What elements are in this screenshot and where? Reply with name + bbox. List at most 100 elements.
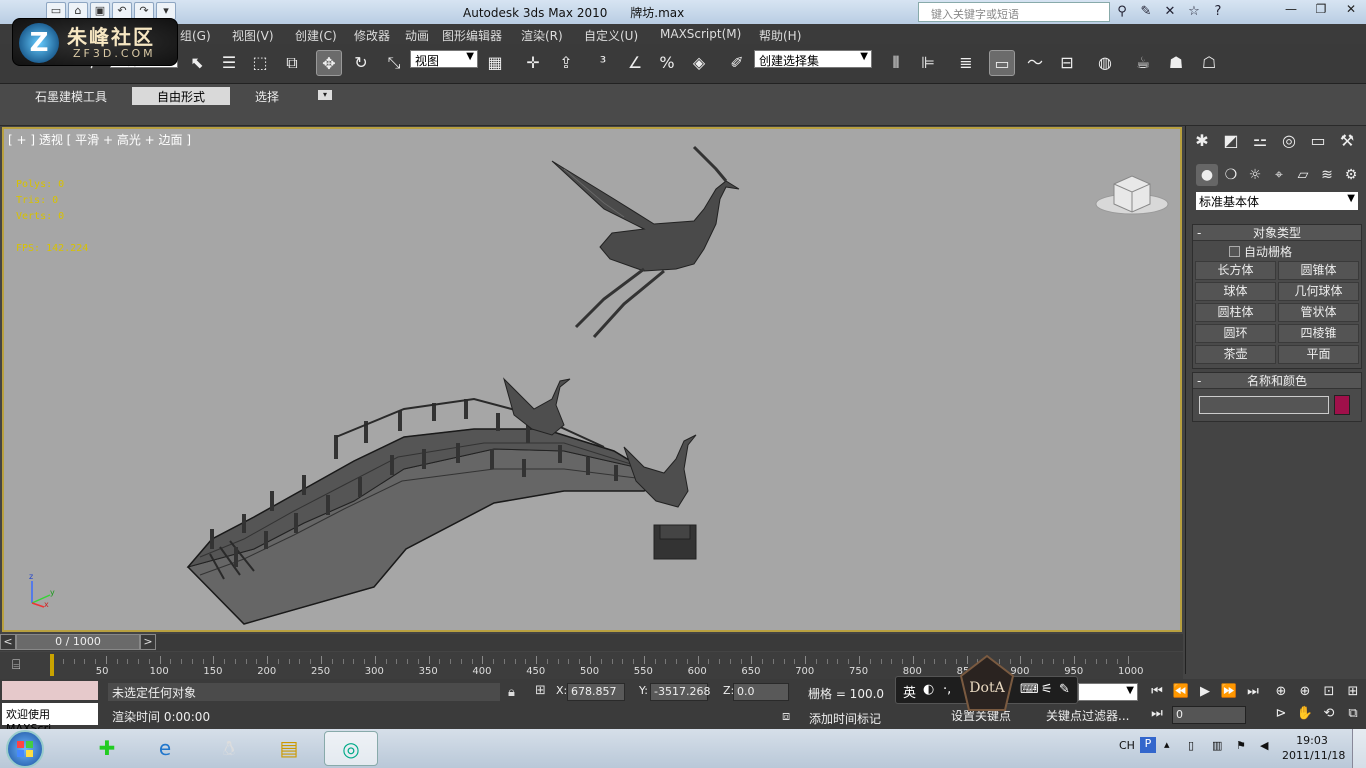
next-frame-button[interactable]: >	[140, 634, 156, 650]
lock-selection-icon[interactable]: 🔒︎	[508, 685, 515, 700]
curve-editor-icon[interactable]: 〜	[1022, 50, 1048, 76]
maxscript-listener[interactable]	[2, 681, 98, 700]
material-editor-icon[interactable]: ◍	[1092, 50, 1118, 76]
show-desktop-button[interactable]	[1352, 729, 1366, 768]
align-icon[interactable]: ⊫	[915, 50, 941, 76]
rendered-frame-icon[interactable]: ☗	[1163, 50, 1189, 76]
taskbar-ie-icon[interactable]: e	[138, 731, 192, 766]
plane-button[interactable]: 平面	[1278, 345, 1359, 364]
snaps-toggle-icon[interactable]: ³	[590, 50, 616, 76]
crane-statue-left[interactable]	[503, 377, 571, 436]
schematic-view-icon[interactable]: ⊟	[1054, 50, 1080, 76]
scale-icon[interactable]: ⤡	[381, 50, 407, 76]
curve-editor-mini-icon[interactable]: ⌸	[12, 657, 20, 673]
box-button[interactable]: 长方体	[1195, 261, 1276, 280]
absolute-mode-icon[interactable]: ⊞	[535, 683, 546, 698]
help-icon[interactable]: ?	[1208, 2, 1228, 22]
comm-center-icon[interactable]: ✕	[1160, 2, 1180, 22]
fov-icon[interactable]: ⊳	[1270, 704, 1292, 724]
add-time-tag[interactable]: 添加时间标记	[809, 710, 881, 727]
select-object-icon[interactable]: ⬉	[184, 50, 210, 76]
menu-modifiers[interactable]: 修改器	[354, 27, 390, 44]
zoom-all-icon[interactable]: ⊕	[1294, 682, 1316, 702]
object-category-dropdown[interactable]: 标准基本体 ▼	[1196, 192, 1358, 210]
z-coordinate-field[interactable]: 0.0	[733, 683, 789, 701]
play-icon[interactable]: ▶	[1194, 682, 1216, 702]
pivot-center-icon[interactable]: ▦	[482, 50, 508, 76]
taskbar-360-icon[interactable]: ✚	[80, 731, 134, 766]
layer-manager-icon[interactable]: ≣	[953, 50, 979, 76]
select-manipulate-icon[interactable]: ✛	[520, 50, 546, 76]
tab-graphite-modeling[interactable]: 石墨建模工具	[10, 87, 132, 105]
system-clock[interactable]: 19:03 2011/11/18	[1282, 733, 1345, 763]
angle-snap-icon[interactable]: ∠	[622, 50, 648, 76]
pan-icon[interactable]: ✋	[1294, 704, 1316, 724]
start-button[interactable]	[6, 730, 44, 768]
menu-views[interactable]: 视图(V)	[232, 27, 274, 44]
flying-crane-model[interactable]	[551, 145, 740, 339]
rotate-icon[interactable]: ↻	[348, 50, 374, 76]
go-to-end-icon[interactable]: ⏭	[1242, 682, 1264, 702]
teapot-button[interactable]: 茶壶	[1195, 345, 1276, 364]
shapes-icon[interactable]: ❍	[1220, 164, 1242, 186]
named-selection-dropdown[interactable]: 创建选择集 ▼	[754, 50, 872, 68]
hierarchy-tab-icon[interactable]: ⚍	[1248, 130, 1272, 152]
menu-customize[interactable]: 自定义(U)	[584, 27, 638, 44]
name-color-header[interactable]: - 名称和颜色	[1193, 373, 1361, 389]
menu-rendering[interactable]: 渲染(R)	[521, 27, 563, 44]
tray-flag-icon[interactable]: ⚑	[1236, 739, 1246, 752]
render-setup-icon[interactable]: ☕	[1130, 50, 1156, 76]
spacewarps-icon[interactable]: ≋	[1316, 164, 1338, 186]
ime-punct-icon[interactable]: ·,	[943, 682, 951, 697]
zoom-extents-icon[interactable]: ⊡	[1318, 682, 1340, 702]
zoom-icon[interactable]: ⊕	[1270, 682, 1292, 702]
x-coordinate-field[interactable]: 678.857	[567, 683, 625, 701]
cone-button[interactable]: 圆锥体	[1278, 261, 1359, 280]
favorites-icon[interactable]: ☆	[1184, 2, 1204, 22]
helpers-icon[interactable]: ▱	[1292, 164, 1314, 186]
key-mode-icon[interactable]: ⏭	[1146, 704, 1168, 724]
keyboard-shortcut-icon[interactable]: ⇪	[553, 50, 579, 76]
y-coordinate-field[interactable]: -3517.268	[650, 683, 710, 701]
mirror-icon[interactable]: ⫴	[883, 50, 909, 76]
graphite-toggle-icon[interactable]: ▭	[989, 50, 1015, 76]
tray-ime-icon[interactable]: P	[1140, 737, 1156, 753]
menu-group[interactable]: 组(G)	[180, 27, 211, 44]
crane-statue-right[interactable]	[623, 434, 697, 560]
arched-bridge-model[interactable]	[186, 397, 666, 625]
autogrid-checkbox[interactable]: 自动栅格	[1193, 241, 1361, 261]
key-filters-button[interactable]: 关键点过滤器...	[1046, 707, 1140, 725]
display-tab-icon[interactable]: ▭	[1306, 130, 1330, 152]
next-frame-icon[interactable]: ⏩	[1218, 682, 1240, 702]
ime-settings-icon[interactable]: ⚟	[1041, 682, 1053, 697]
previous-frame-icon[interactable]: ⏪	[1170, 682, 1192, 702]
tube-button[interactable]: 管状体	[1278, 303, 1359, 322]
window-crossing-icon[interactable]: ⧉	[279, 50, 305, 76]
binoculars-icon[interactable]: ⚲	[1112, 2, 1132, 22]
restore-button[interactable]: ❐	[1306, 0, 1336, 18]
tray-volume-icon[interactable]: ◀	[1260, 739, 1268, 752]
taskbar-3dsmax-icon[interactable]: ◎	[324, 731, 378, 766]
time-slider-thumb[interactable]: 0 / 1000	[16, 634, 140, 650]
sphere-button[interactable]: 球体	[1195, 282, 1276, 301]
tray-network-icon[interactable]: ▥	[1212, 739, 1222, 752]
menu-maxscript[interactable]: MAXScript(M)	[660, 27, 741, 41]
search-input[interactable]: 键入关键字或短语	[918, 2, 1110, 22]
orbit-icon[interactable]: ⟲	[1318, 704, 1340, 724]
menu-create[interactable]: 创建(C)	[295, 27, 337, 44]
reference-coord-dropdown[interactable]: 视图 ▼	[410, 50, 478, 68]
select-by-name-icon[interactable]: ☰	[216, 50, 242, 76]
lights-icon[interactable]: ☼	[1244, 164, 1266, 186]
scene-geometry[interactable]	[4, 129, 1180, 630]
close-button[interactable]: ✕	[1336, 0, 1366, 18]
geometry-icon[interactable]: ●	[1196, 164, 1218, 186]
pyramid-button[interactable]: 四棱锥	[1278, 324, 1359, 343]
object-name-field[interactable]	[1199, 396, 1329, 414]
rect-selection-icon[interactable]: ⬚	[247, 50, 273, 76]
go-to-start-icon[interactable]: ⏮	[1146, 682, 1168, 702]
tray-device-icon[interactable]: ▯	[1188, 739, 1194, 752]
tray-show-hidden-icon[interactable]: ▴	[1164, 738, 1170, 751]
menu-help[interactable]: 帮助(H)	[759, 27, 801, 44]
taskbar-explorer-icon[interactable]: ▤	[262, 731, 316, 766]
utilities-tab-icon[interactable]: ⚒	[1335, 130, 1359, 152]
